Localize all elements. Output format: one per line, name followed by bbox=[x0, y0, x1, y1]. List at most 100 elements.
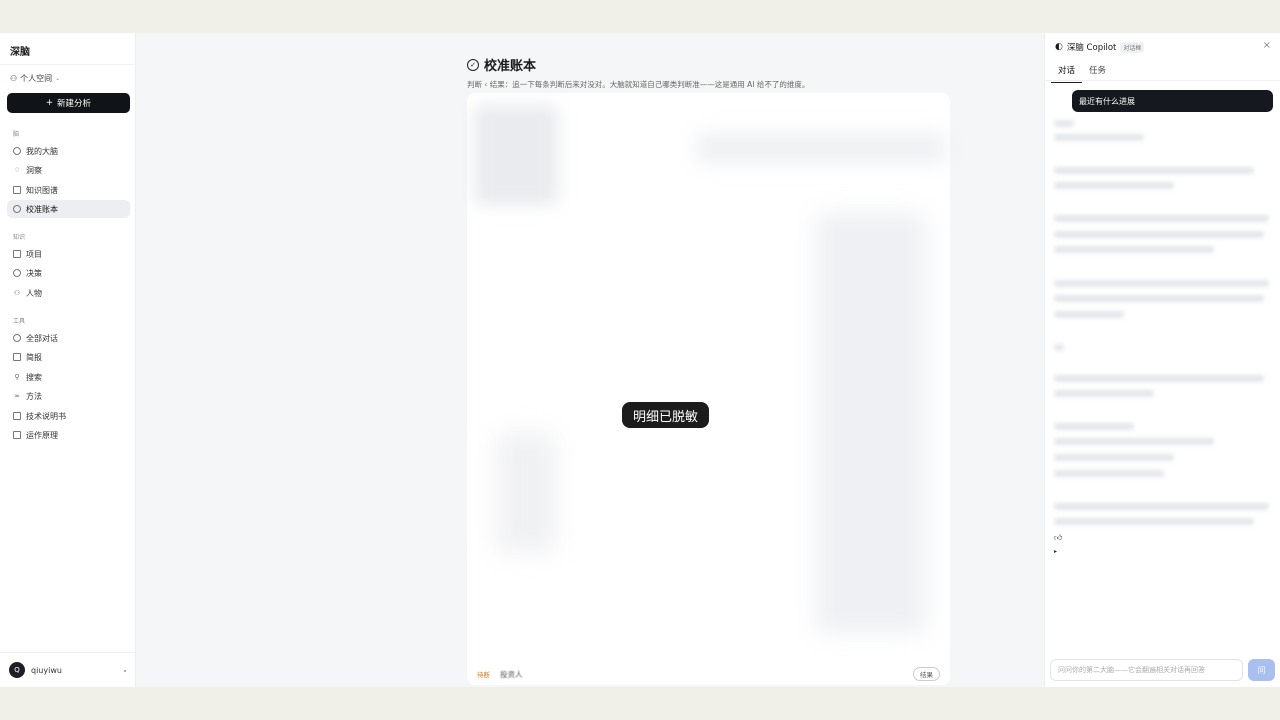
sidebar: 深脑 ⚇ 个人空间 ⌄ + 新建分析 脑 我的大脑 ♢ 洞察 知识图谱 校准账本… bbox=[0, 33, 136, 687]
thumbs-up-icon[interactable]: 👍︎ bbox=[1054, 533, 1062, 543]
sidebar-item-projects[interactable]: 项目 bbox=[7, 245, 130, 263]
result-button[interactable]: 结果 bbox=[913, 667, 940, 681]
redacted-line bbox=[1054, 390, 1154, 397]
user-menu[interactable]: Q qiuyiwu bbox=[9, 662, 62, 678]
sidebar-item-methods[interactable]: ∞ 方法 bbox=[7, 387, 130, 405]
redacted-line bbox=[1054, 503, 1269, 510]
redacted-line bbox=[1054, 454, 1174, 461]
redacted-block bbox=[816, 213, 926, 633]
sidebar-item-label: 人物 bbox=[26, 288, 42, 298]
sidebar-item-label: 技术说明书 bbox=[26, 411, 66, 421]
tab-divider bbox=[1045, 80, 1280, 81]
redacted-line bbox=[1054, 215, 1269, 222]
redacted-block bbox=[696, 133, 946, 163]
sidebar-item-label: 洞察 bbox=[26, 165, 42, 175]
doc-icon bbox=[13, 353, 21, 361]
redacted-line bbox=[1054, 438, 1214, 445]
app-window: 深脑 ⚇ 个人空间 ⌄ + 新建分析 脑 我的大脑 ♢ 洞察 知识图谱 校准账本… bbox=[0, 33, 1280, 687]
redacted-line bbox=[1054, 134, 1144, 141]
sidebar-item-people[interactable]: ⚇ 人物 bbox=[7, 284, 130, 302]
redacted-line bbox=[1054, 231, 1264, 238]
sidebar-item-my-brain[interactable]: 我的大脑 bbox=[7, 142, 130, 160]
check-circle-icon: ✓ bbox=[467, 58, 479, 71]
sidebar-item-all-conversations[interactable]: 全部对话 bbox=[7, 329, 130, 347]
copilot-icon: ◐ bbox=[1055, 42, 1063, 52]
people-icon: ⚇ bbox=[13, 289, 21, 297]
sidebar-item-decisions[interactable]: 决策 bbox=[7, 264, 130, 282]
page-title: ✓ 校准账本 bbox=[467, 55, 536, 74]
copilot-header: ◐ 深脑 Copilot 对话框 bbox=[1055, 41, 1145, 53]
check-icon bbox=[13, 269, 21, 277]
sidebar-item-insights[interactable]: ♢ 洞察 bbox=[7, 161, 130, 179]
redacted-line bbox=[1054, 423, 1134, 430]
new-analysis-label: 新建分析 bbox=[57, 99, 92, 109]
sidebar-item-search[interactable]: ⚲ 搜索 bbox=[7, 368, 130, 386]
folder-icon bbox=[13, 250, 21, 258]
sidebar-item-calibration-ledger[interactable]: 校准账本 bbox=[7, 200, 130, 218]
more-icon[interactable] bbox=[124, 670, 126, 672]
send-button[interactable]: 问 bbox=[1248, 659, 1275, 681]
user-switch-icon: ⚇ bbox=[10, 74, 18, 83]
redacted-line bbox=[1054, 167, 1254, 174]
group-label-knowledge: 知识 bbox=[13, 234, 26, 241]
sidebar-item-how-it-works[interactable]: 运作原理 bbox=[7, 426, 130, 444]
redacted-line bbox=[1054, 311, 1124, 318]
redacted-line bbox=[1054, 344, 1064, 351]
redacted-line bbox=[1054, 182, 1174, 189]
group-label-brain: 脑 bbox=[13, 131, 20, 138]
copilot-panel: ◐ 深脑 Copilot 对话框 × 对话 任务 最近有什么进展 👍︎ ▸ 问问… bbox=[1044, 33, 1280, 687]
sidebar-item-label: 搜索 bbox=[26, 372, 42, 382]
redacted-line bbox=[1054, 470, 1164, 477]
page-title-text: 校准账本 bbox=[484, 59, 537, 74]
redacted-line bbox=[1054, 280, 1269, 287]
sidebar-item-knowledge-graph[interactable]: 知识图谱 bbox=[7, 181, 130, 199]
sidebar-item-label: 全部对话 bbox=[26, 333, 58, 343]
sidebar-item-label: 校准账本 bbox=[26, 204, 58, 214]
close-icon[interactable]: × bbox=[1263, 40, 1271, 51]
sidebar-item-label: 项目 bbox=[26, 249, 42, 259]
ledger-row[interactable]: 待断 投资人 结果 bbox=[467, 661, 950, 687]
redacted-line bbox=[1054, 295, 1264, 302]
history-icon bbox=[13, 334, 21, 342]
sidebar-item-label: 简报 bbox=[26, 352, 42, 362]
avatar: Q bbox=[9, 662, 25, 678]
status-badge: 待断 bbox=[477, 671, 490, 679]
main-content: ✓ 校准账本 判断 ‹ 结果：追一下每条判断后来对没对。大脑就知道自己哪类判断准… bbox=[136, 33, 1044, 687]
sidebar-divider bbox=[0, 64, 136, 65]
redacted-block bbox=[496, 433, 556, 553]
expand-icon[interactable]: ▸ bbox=[1054, 548, 1057, 555]
sidebar-item-briefs[interactable]: 简报 bbox=[7, 348, 130, 366]
masked-notice: 明细已脱敏 bbox=[622, 402, 709, 428]
sidebar-item-label: 决策 bbox=[26, 268, 42, 278]
new-analysis-button[interactable]: + 新建分析 bbox=[7, 93, 130, 113]
space-switcher[interactable]: ⚇ 个人空间 ⌄ bbox=[10, 73, 60, 84]
page-description: 判断 ‹ 结果：追一下每条判断后来对没对。大脑就知道自己哪类判断准——这是通用 … bbox=[467, 80, 810, 89]
space-label: 个人空间 bbox=[20, 74, 53, 83]
user-name: qiuyiwu bbox=[31, 665, 62, 675]
redacted-line bbox=[1054, 120, 1074, 127]
link-icon: ∞ bbox=[14, 392, 20, 400]
app-title: 深脑 bbox=[10, 47, 30, 58]
info-icon bbox=[13, 431, 21, 439]
redacted-line bbox=[1054, 518, 1254, 525]
plus-icon: + bbox=[45, 98, 54, 108]
check-circle-icon bbox=[13, 205, 21, 213]
redacted-line bbox=[1054, 375, 1264, 382]
chevron-down-icon: ⌄ bbox=[55, 75, 61, 82]
sidebar-item-label: 我的大脑 bbox=[26, 146, 58, 156]
book-icon bbox=[13, 186, 21, 194]
search-icon: ⚲ bbox=[14, 373, 20, 381]
redacted-line bbox=[1054, 246, 1214, 253]
copilot-input[interactable]: 问问你的第二大脑——它会翻遍相关对话再回答 bbox=[1050, 659, 1243, 681]
copilot-title: 深脑 Copilot bbox=[1066, 43, 1117, 53]
user-message: 最近有什么进展 bbox=[1072, 90, 1273, 112]
sidebar-bottom-divider bbox=[0, 652, 136, 653]
sidebar-item-label: 运作原理 bbox=[26, 430, 58, 440]
bulb-icon: ♢ bbox=[13, 166, 21, 174]
manual-icon bbox=[13, 412, 21, 420]
group-label-tools: 工具 bbox=[13, 318, 26, 325]
row-text: 投资人 bbox=[500, 669, 523, 679]
sidebar-item-tech-manual[interactable]: 技术说明书 bbox=[7, 407, 130, 425]
redacted-block bbox=[474, 105, 558, 205]
sidebar-item-label: 方法 bbox=[26, 391, 42, 401]
